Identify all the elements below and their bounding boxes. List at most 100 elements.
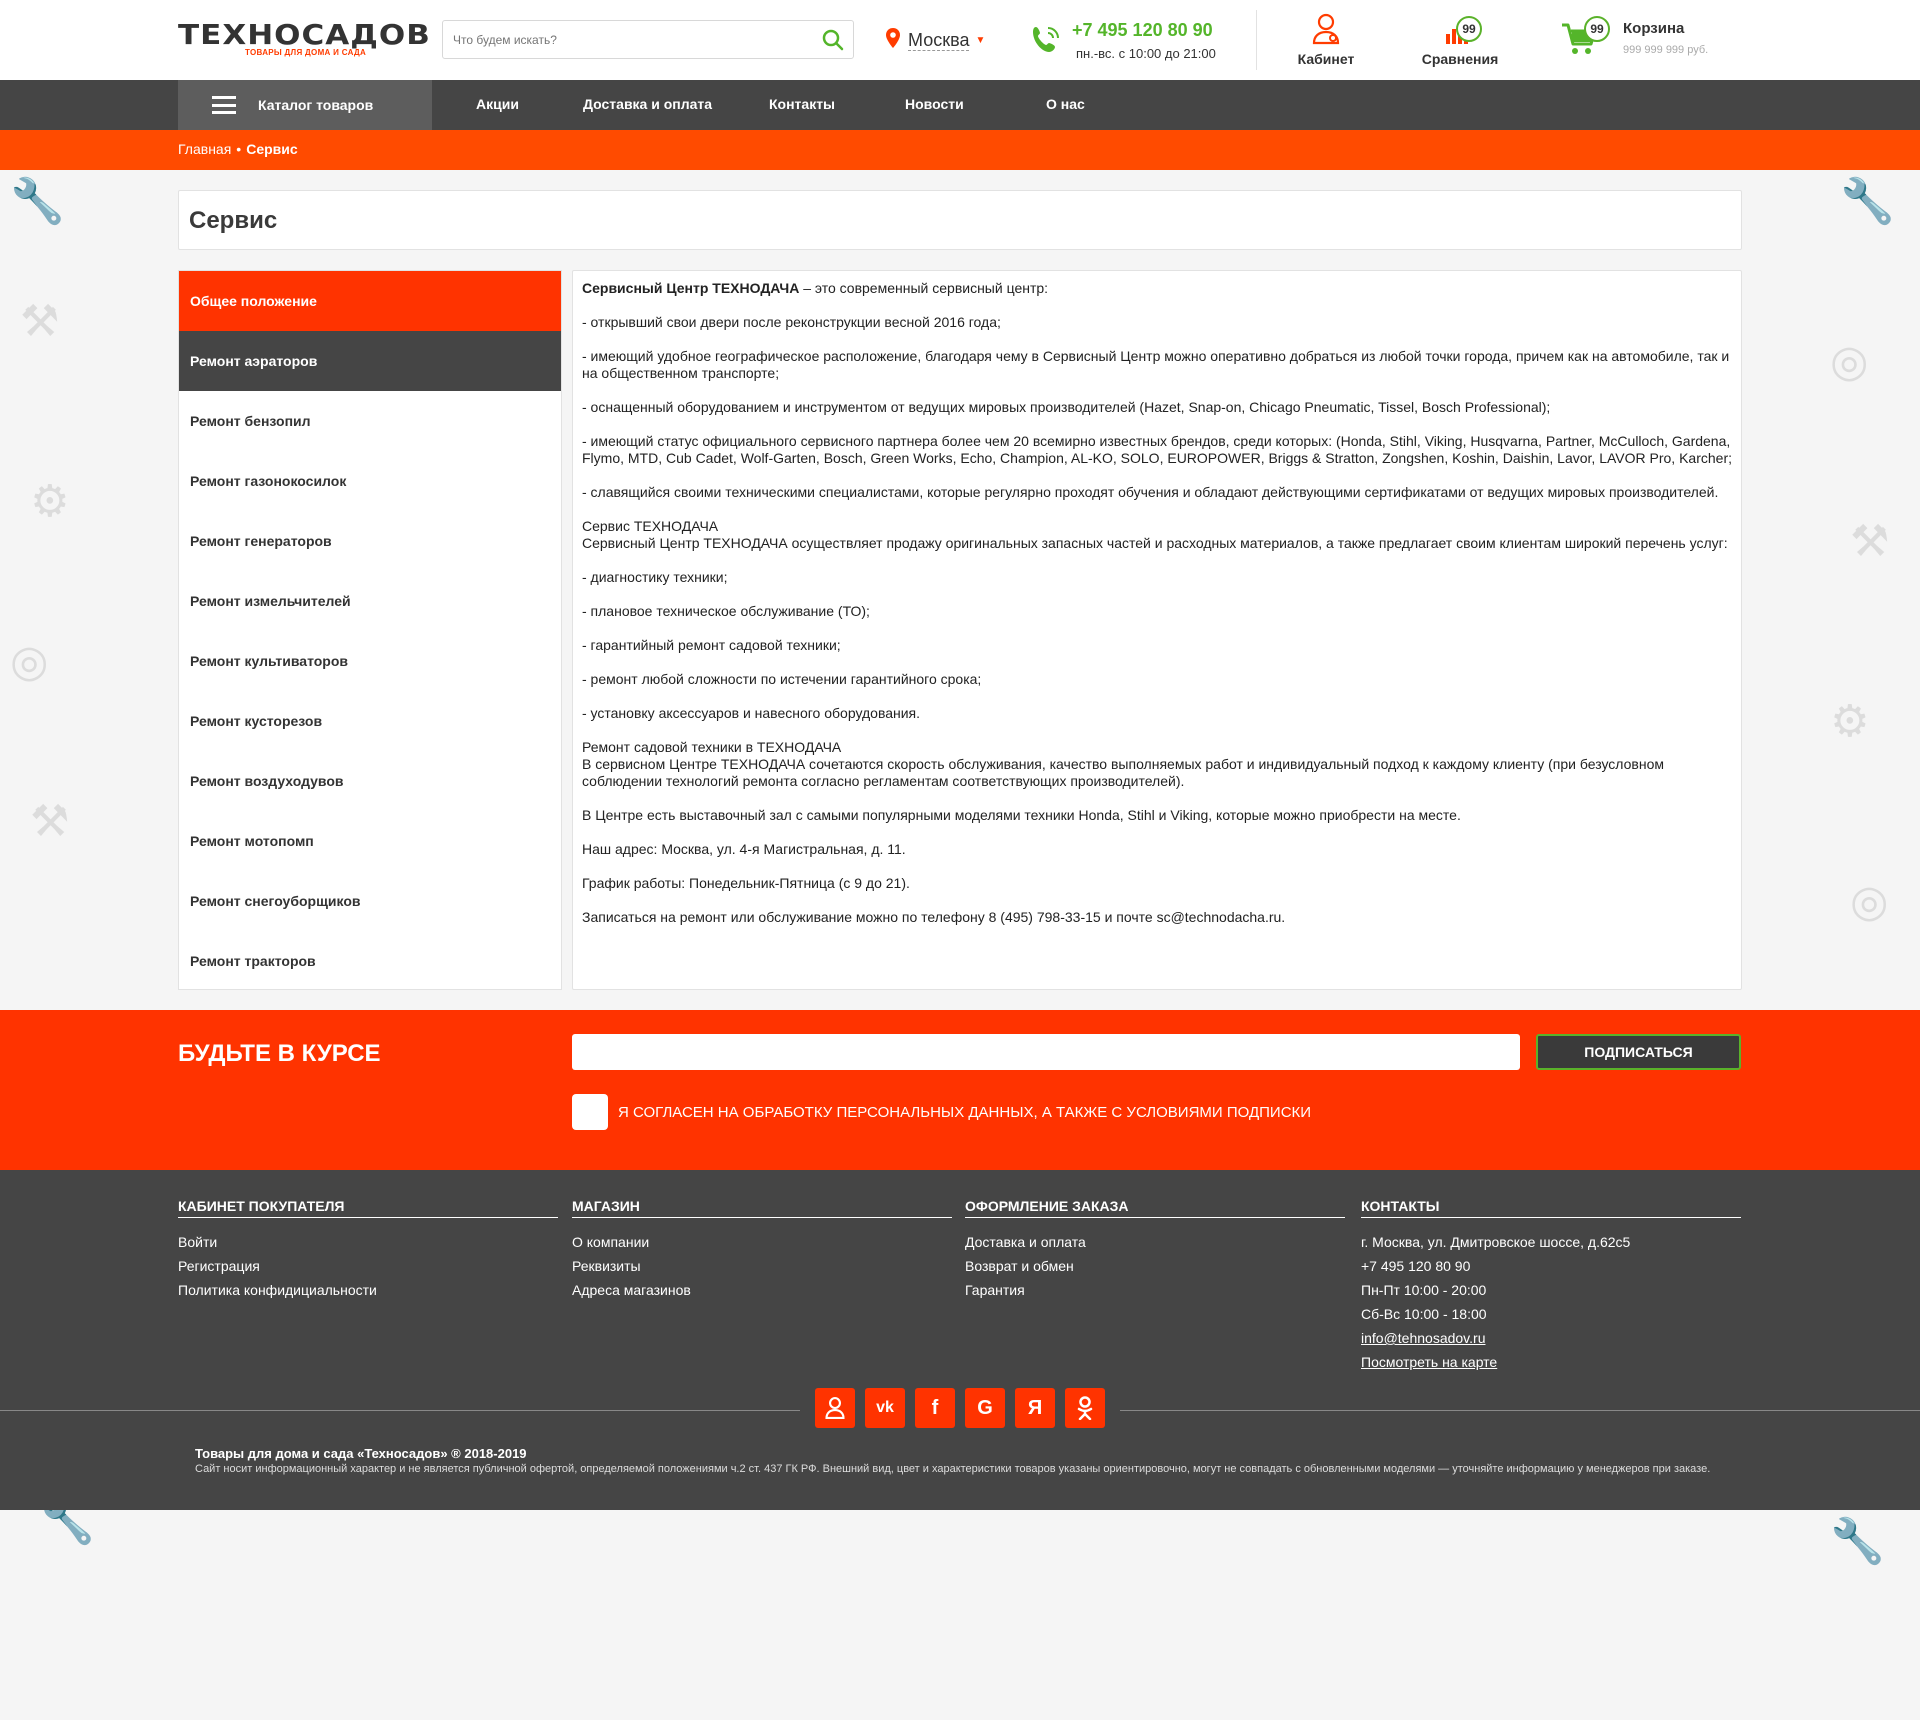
content-paragraph: В сервисном Центре ТЕХНОДАЧА сочетаются …: [582, 756, 1664, 789]
cabinet-link[interactable]: Кабинет: [1292, 12, 1360, 67]
footer-heading: КАБИНЕТ ПОКУПАТЕЛЯ: [178, 1198, 558, 1218]
footer-heading: ОФОРМЛЕНИЕ ЗАКАЗА: [965, 1198, 1345, 1218]
subscribe-section: БУДЬТЕ В КУРСЕ ПОДПИСАТЬСЯ Я СОГЛАСЕН НА…: [0, 1010, 1920, 1170]
content-signup: Записаться на ремонт или обслуживание мо…: [582, 909, 1286, 925]
search-box: [442, 20, 854, 59]
wrench-icon: 🔧: [10, 177, 65, 226]
nav-item-news[interactable]: Новости: [905, 96, 964, 112]
google-icon[interactable]: G: [965, 1388, 1005, 1428]
sidebar-item-trimmers[interactable]: Ремонт кусторезов: [179, 691, 561, 751]
content-paragraph: Сервисный Центр ТЕХНОДАЧА осуществляет п…: [582, 535, 1728, 551]
footer-heading: МАГАЗИН: [572, 1198, 952, 1218]
content-address: Наш адрес: Москва, ул. 4-я Магистральная…: [582, 841, 906, 857]
content-section: Сервис ТЕХНОДАЧА Сервисный Центр ТЕХНОДАЧ…: [582, 518, 1732, 552]
compare-count-badge: 99: [1456, 16, 1482, 42]
service-list-item: - ремонт любой сложности по истечении га…: [582, 671, 982, 687]
sidebar-item-shredders[interactable]: Ремонт измельчителей: [179, 571, 561, 631]
footer-link-returns[interactable]: Возврат и обмен: [965, 1254, 1345, 1278]
footer-link-login[interactable]: Войти: [178, 1230, 558, 1254]
subscribe-title: БУДЬТЕ В КУРСЕ: [178, 1040, 381, 1067]
consent-checkbox[interactable]: [572, 1094, 608, 1130]
sidebar-item-tractors[interactable]: Ремонт тракторов: [179, 931, 561, 991]
sidebar-item-generators[interactable]: Ремонт генераторов: [179, 511, 561, 571]
catalog-label: Каталог товаров: [258, 97, 374, 113]
sidebar-item-general[interactable]: Общее положение: [179, 271, 561, 331]
subscribe-email-input[interactable]: [572, 1034, 1520, 1070]
nav-item-contacts[interactable]: Контакты: [769, 96, 835, 112]
mower-icon: ⚙: [30, 477, 70, 526]
cart-count-badge: 99: [1584, 16, 1610, 42]
yandex-icon[interactable]: Я: [1015, 1388, 1055, 1428]
footer-link-register[interactable]: Регистрация: [178, 1254, 558, 1278]
footer-heading: КОНТАКТЫ: [1361, 1198, 1741, 1218]
breadcrumb-current: Сервис: [246, 141, 298, 157]
cart-label: Корзина: [1623, 20, 1685, 37]
footer-link-warranty[interactable]: Гарантия: [965, 1278, 1345, 1302]
logo-title: ТЕХНОСАДОВ: [178, 18, 431, 52]
site-logo[interactable]: ТЕХНОСАДОВ ТОВАРЫ ДЛЯ ДОМА И САДА: [178, 18, 432, 58]
service-list-item: - диагностику техники;: [582, 569, 728, 585]
header-divider: [1256, 10, 1257, 70]
subscribe-button[interactable]: ПОДПИСАТЬСЯ: [1536, 1034, 1741, 1070]
location-pin-icon: [886, 27, 900, 53]
content-paragraph: - славящийся своими техническими специал…: [582, 484, 1719, 500]
search-icon[interactable]: [821, 29, 845, 51]
sidebar-item-lawnmowers[interactable]: Ремонт газонокосилок: [179, 451, 561, 511]
drill-icon: ⚒: [20, 297, 60, 346]
hose-icon: ◎: [10, 637, 49, 686]
content-section: Ремонт садовой техники в ТЕХНОДАЧА В серв…: [582, 739, 1732, 790]
saw-icon: ⚒: [30, 797, 70, 846]
city-selector[interactable]: Москва ▼: [886, 27, 986, 53]
compare-link[interactable]: Сравнения 99: [1418, 12, 1502, 67]
chevron-down-icon: ▼: [975, 34, 986, 46]
footer-link-delivery[interactable]: Доставка и оплата: [965, 1230, 1345, 1254]
footer-link-stores[interactable]: Адреса магазинов: [572, 1278, 952, 1302]
footer-phone[interactable]: +7 495 120 80 90: [1361, 1254, 1741, 1278]
footer-map-link[interactable]: Посмотреть на карте: [1361, 1350, 1741, 1374]
sidebar-item-chainsaws[interactable]: Ремонт бензопил: [179, 391, 561, 451]
service-sidebar: Общее положение Ремонт аэраторов Ремонт …: [178, 270, 562, 990]
sidebar-item-snowblowers[interactable]: Ремонт снегоуборщиков: [179, 871, 561, 931]
content-paragraph: - открывший свои двери после реконструкц…: [582, 314, 1001, 330]
menu-icon: [212, 96, 236, 114]
footer-divider: [1120, 1410, 1920, 1411]
sidebar-item-aerators[interactable]: Ремонт аэраторов: [179, 331, 561, 391]
saw-icon: ⚒: [1850, 517, 1890, 566]
odnoklassniki-icon[interactable]: [1065, 1388, 1105, 1428]
footer-email[interactable]: info@tehnosadov.ru: [1361, 1326, 1741, 1350]
footer-link-privacy[interactable]: Политика конфидициальности: [178, 1278, 558, 1302]
footer-link-requisites[interactable]: Реквизиты: [572, 1254, 952, 1278]
nav-item-about[interactable]: О нас: [1046, 96, 1085, 112]
catalog-button[interactable]: Каталог товаров: [178, 80, 432, 130]
facebook-icon[interactable]: f: [915, 1388, 955, 1428]
content-intro-bold: Сервисный Центр ТЕХНОДАЧА: [582, 280, 800, 296]
footer-divider: [0, 1410, 800, 1411]
nav-item-delivery[interactable]: Доставка и оплата: [583, 96, 712, 112]
city-name: Москва: [908, 29, 970, 51]
breadcrumb-separator: •: [236, 141, 242, 157]
wrench-icon: 🔧: [1840, 177, 1895, 226]
header-hours: пн.-вс. с 10:00 до 21:00: [1076, 46, 1216, 61]
service-list-item: - плановое техническое обслуживание (ТО)…: [582, 603, 870, 619]
breadcrumb-home[interactable]: Главная: [178, 141, 231, 157]
copyright-title: Товары для дома и сада «Техносадов» ® 20…: [195, 1446, 527, 1461]
vk-icon[interactable]: vk: [865, 1388, 905, 1428]
hose-icon: ◎: [1850, 877, 1889, 926]
logo-subtitle: ТОВАРЫ ДЛЯ ДОМА И САДА: [245, 48, 367, 57]
sidebar-item-pumps[interactable]: Ремонт мотопомп: [179, 811, 561, 871]
header-phone[interactable]: +7 495 120 80 90: [1072, 20, 1213, 41]
mower-icon: ⚙: [1830, 697, 1870, 746]
footer-link-about[interactable]: О компании: [572, 1230, 952, 1254]
service-list-item: - установку аксессуаров и навесного обор…: [582, 705, 921, 721]
site-header: ТЕХНОСАДОВ ТОВАРЫ ДЛЯ ДОМА И САДА Москва…: [0, 0, 1920, 80]
content-paragraph: В Центре есть выставочный зал с самыми п…: [582, 807, 1461, 823]
sidebar-item-blowers[interactable]: Ремонт воздуходувов: [179, 751, 561, 811]
breadcrumb: Главная • Сервис: [178, 141, 298, 157]
nav-item-promo[interactable]: Акции: [476, 96, 519, 112]
content-paragraph: - имеющий удобное географическое располо…: [582, 348, 1730, 381]
search-input[interactable]: [453, 21, 793, 58]
service-list-item: - гарантийный ремонт садовой техники;: [582, 637, 841, 653]
social-cabinet-icon[interactable]: [815, 1388, 855, 1428]
footer-hours-weekend: Сб-Вс 10:00 - 18:00: [1361, 1306, 1487, 1322]
sidebar-item-cultivators[interactable]: Ремонт культиваторов: [179, 631, 561, 691]
